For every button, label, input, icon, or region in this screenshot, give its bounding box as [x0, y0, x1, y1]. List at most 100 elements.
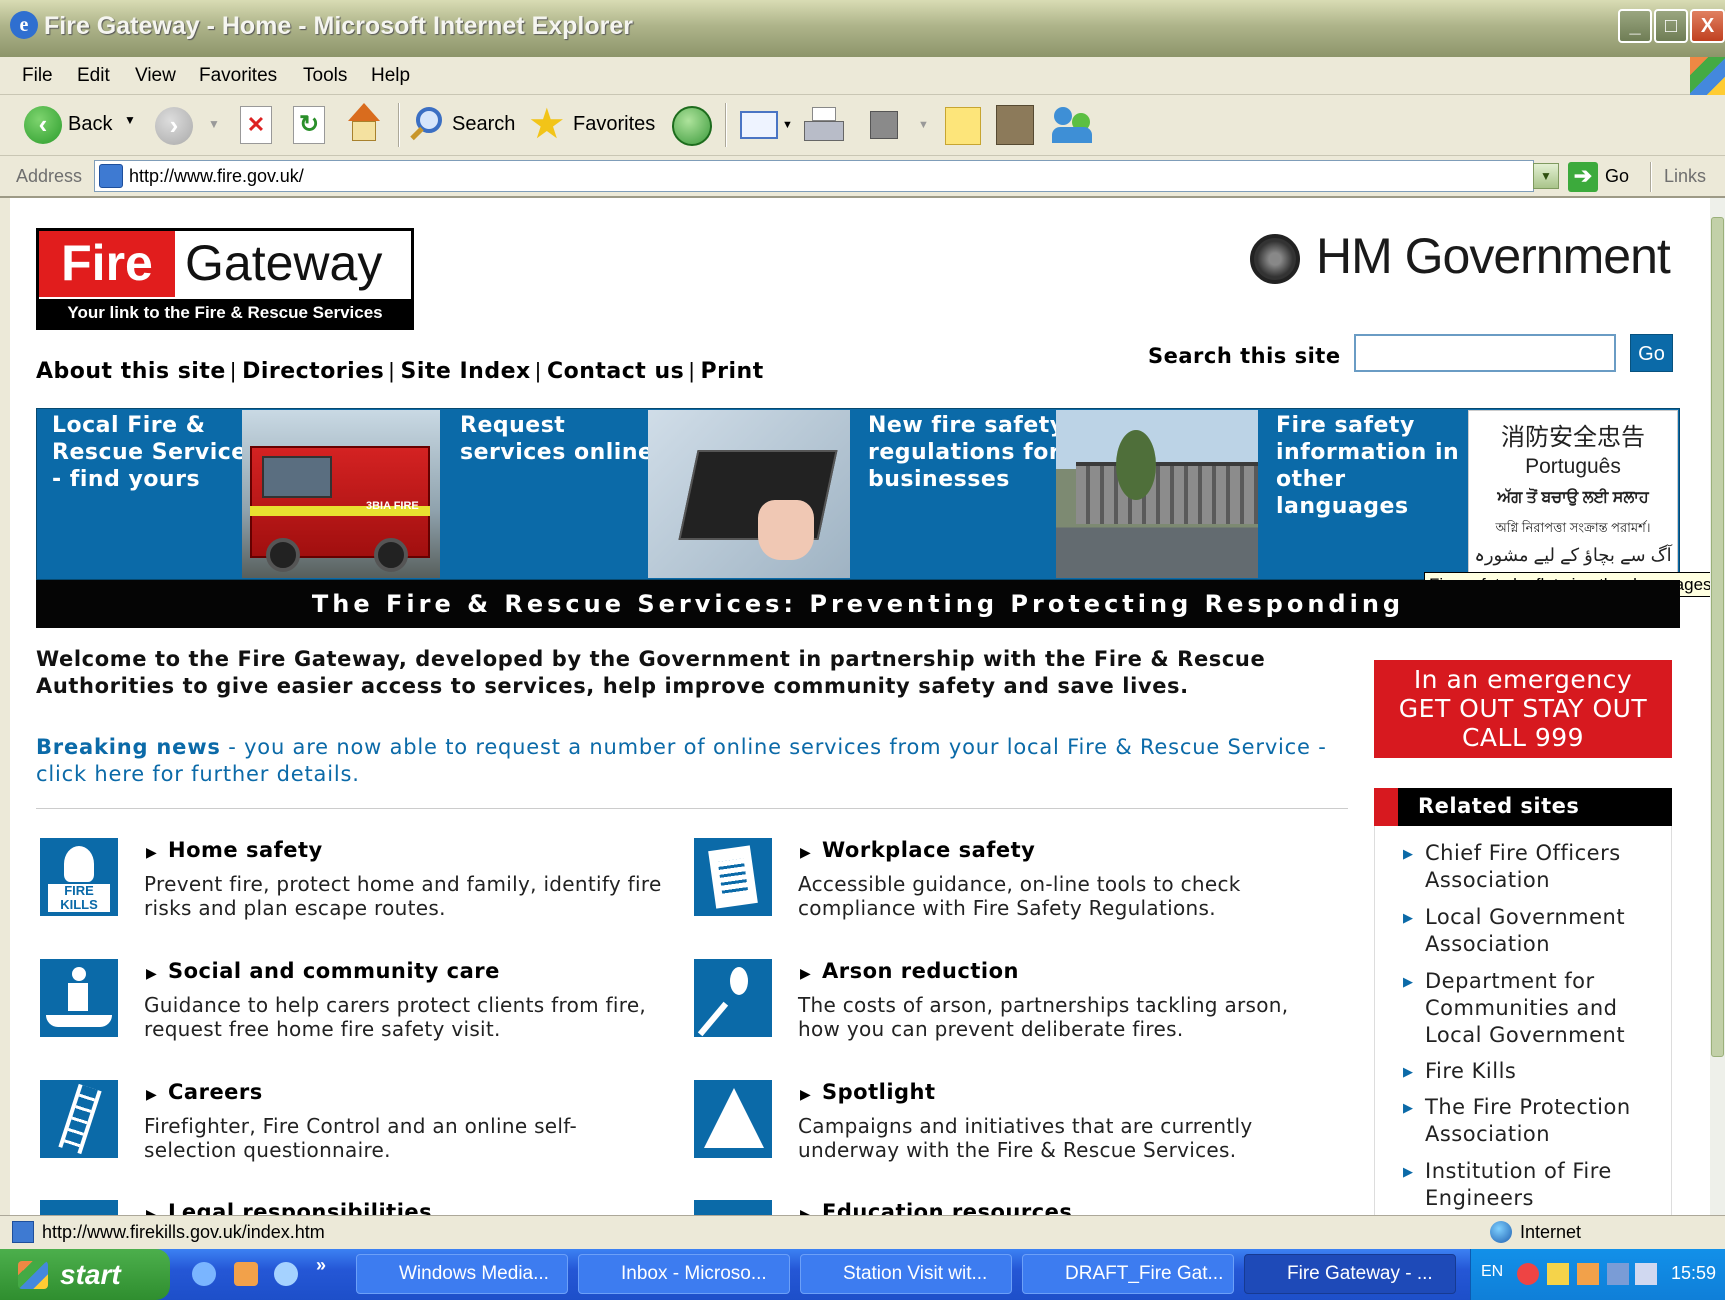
task-fire-gateway-ie[interactable]: Fire Gateway - ...: [1244, 1254, 1456, 1294]
forward-dropdown-icon[interactable]: ▼: [208, 117, 220, 131]
tile-text: New fire safety regulations for business…: [868, 413, 1065, 492]
research-icon[interactable]: [996, 105, 1034, 145]
tray-icon[interactable]: [1517, 1263, 1539, 1285]
nav-separator: |: [535, 358, 547, 383]
task-station-visit[interactable]: Station Visit wit...: [800, 1254, 1012, 1294]
refresh-icon[interactable]: ↻: [293, 106, 325, 144]
related-item[interactable]: ▶ Chief Fire Officers Association: [1403, 840, 1669, 894]
mail-icon[interactable]: [740, 111, 778, 139]
nav-contact[interactable]: Contact us: [547, 359, 684, 384]
fire-engine-photo: 3BIA FIRE: [242, 410, 440, 578]
section-careers[interactable]: ▶ Careers Firefighter, Fire Control and …: [40, 1080, 680, 1180]
network-tray-icon[interactable]: [1607, 1263, 1629, 1285]
section-title[interactable]: Home safety: [168, 838, 323, 862]
fire-gateway-logo[interactable]: Fire Gateway Your link to the Fire & Res…: [36, 228, 414, 330]
mail-dropdown-icon[interactable]: ▼: [782, 119, 793, 131]
address-label: Address: [16, 166, 83, 186]
stop-icon[interactable]: ✕: [240, 106, 272, 144]
related-item[interactable]: ▶ Department for Communities and Local Go…: [1403, 968, 1669, 1049]
menu-edit[interactable]: Edit: [77, 57, 110, 95]
outlook-quicklaunch-icon[interactable]: [234, 1262, 258, 1286]
section-title[interactable]: Careers: [168, 1080, 263, 1104]
logo-fire-text: Fire: [39, 231, 175, 297]
minimize-button[interactable]: _: [1618, 9, 1652, 43]
address-input[interactable]: http://www.fire.gov.uk/ ▼: [94, 160, 1559, 192]
scrollbar-thumb[interactable]: [1711, 217, 1724, 1057]
home-icon[interactable]: [342, 103, 384, 145]
print-icon[interactable]: [804, 107, 844, 145]
site-search-input[interactable]: [1354, 334, 1616, 372]
section-spotlight[interactable]: ▶ Spotlight Campaigns and initiatives th…: [694, 1080, 1334, 1180]
menu-tools[interactable]: Tools: [303, 57, 347, 95]
menu-file[interactable]: File: [22, 57, 53, 95]
discuss-icon[interactable]: [945, 107, 981, 145]
tray-icon[interactable]: [1635, 1263, 1657, 1285]
page-icon: [99, 164, 123, 188]
section-home-safety[interactable]: FIRE KILLS ▶ Home safety Prevent fire, p…: [40, 838, 680, 938]
links-button[interactable]: Links: [1664, 166, 1706, 187]
menu-help[interactable]: Help: [371, 57, 410, 95]
maximize-button[interactable]: □: [1654, 9, 1688, 43]
section-title[interactable]: Spotlight: [822, 1080, 936, 1104]
address-dropdown-icon[interactable]: ▼: [1533, 163, 1559, 189]
related-item[interactable]: ▶ The Fire Protection Association: [1403, 1094, 1669, 1148]
menu-favorites[interactable]: Favorites: [199, 57, 277, 95]
tile-other-languages[interactable]: Fire safety information in other languag…: [1262, 410, 1678, 578]
emergency-box: In an emergency GET OUT STAY OUT CALL 99…: [1374, 660, 1672, 758]
search-label[interactable]: Search: [452, 113, 515, 136]
edit-dropdown-icon[interactable]: ▼: [918, 119, 929, 131]
site-search-go-button[interactable]: Go: [1630, 334, 1673, 372]
edit-icon[interactable]: [870, 111, 898, 139]
nav-about[interactable]: About this site: [36, 359, 226, 384]
section-arson-reduction[interactable]: ▶ Arson reduction The costs of arson, pa…: [694, 959, 1334, 1059]
mail-tray-icon[interactable]: [1547, 1263, 1569, 1285]
section-title[interactable]: Arson reduction: [822, 959, 1019, 983]
search-button[interactable]: [408, 105, 448, 145]
go-arrow-icon[interactable]: ➔: [1568, 162, 1598, 192]
clock[interactable]: 15:59: [1671, 1263, 1716, 1284]
related-item[interactable]: ▶ Local Government Association: [1403, 904, 1669, 958]
desktop-quicklaunch-icon[interactable]: [274, 1262, 298, 1286]
quicklaunch-chevron[interactable]: »: [316, 1255, 326, 1276]
section-title[interactable]: Workplace safety: [822, 838, 1035, 862]
favorites-star-icon[interactable]: ★: [528, 101, 566, 147]
window-title-bar[interactable]: e Fire Gateway - Home - Microsoft Intern…: [0, 0, 1725, 57]
related-item[interactable]: ▶ Institution of Fire Engineers: [1403, 1158, 1669, 1212]
tile-fire-regulations[interactable]: New fire safety regulations for business…: [854, 410, 1258, 578]
task-draft-fire-gateway[interactable]: DRAFT_Fire Gat...: [1022, 1254, 1234, 1294]
related-item[interactable]: ▶ Fire Kills: [1403, 1058, 1669, 1085]
globe-icon: [1490, 1221, 1512, 1243]
nav-print[interactable]: Print: [701, 359, 764, 384]
section-social-care[interactable]: ▶ Social and community care Guidance to …: [40, 959, 680, 1059]
menu-view[interactable]: View: [135, 57, 176, 95]
start-button[interactable]: start: [0, 1249, 170, 1300]
section-desc: Campaigns and initiatives that are curre…: [798, 1114, 1253, 1162]
section-title[interactable]: Legal responsibilities: [168, 1200, 432, 1215]
section-education[interactable]: ▶ Education resources: [694, 1200, 1334, 1215]
messenger-icon[interactable]: [1050, 103, 1094, 147]
nav-directories[interactable]: Directories: [242, 359, 384, 384]
forward-button[interactable]: ›: [155, 107, 193, 145]
tile-local-fire-service[interactable]: Local Fire & Rescue Service - find yours…: [38, 410, 442, 578]
task-inbox[interactable]: Inbox - Microso...: [578, 1254, 790, 1294]
back-button[interactable]: ‹ Back ▼: [20, 103, 140, 147]
task-windows-media[interactable]: Windows Media...: [356, 1254, 568, 1294]
ie-logo-icon: e: [10, 11, 38, 39]
favorites-label[interactable]: Favorites: [573, 113, 655, 136]
ie-quicklaunch-icon[interactable]: [192, 1262, 216, 1286]
breaking-news[interactable]: Breaking news - you are now able to requ…: [36, 734, 1366, 788]
dropdown-arrow-icon[interactable]: ▼: [124, 113, 136, 127]
section-title[interactable]: Social and community care: [168, 959, 500, 983]
section-workplace-safety[interactable]: ▶ Workplace safety Accessible guidance, …: [694, 838, 1334, 938]
section-legal[interactable]: ▶ Legal responsibilities: [40, 1200, 680, 1215]
outlook-tray-icon[interactable]: [1577, 1263, 1599, 1285]
hm-government-logo[interactable]: HM Government: [1316, 224, 1671, 288]
go-button[interactable]: Go: [1605, 166, 1629, 187]
language-indicator[interactable]: EN: [1481, 1263, 1503, 1281]
section-title[interactable]: Education resources: [822, 1200, 1072, 1215]
history-icon[interactable]: [672, 106, 712, 146]
close-button[interactable]: X: [1690, 9, 1725, 43]
tile-request-services[interactable]: Request services online: [446, 410, 850, 578]
fire-kills-icon: FIRE KILLS: [40, 838, 118, 916]
nav-site-index[interactable]: Site Index: [401, 359, 531, 384]
